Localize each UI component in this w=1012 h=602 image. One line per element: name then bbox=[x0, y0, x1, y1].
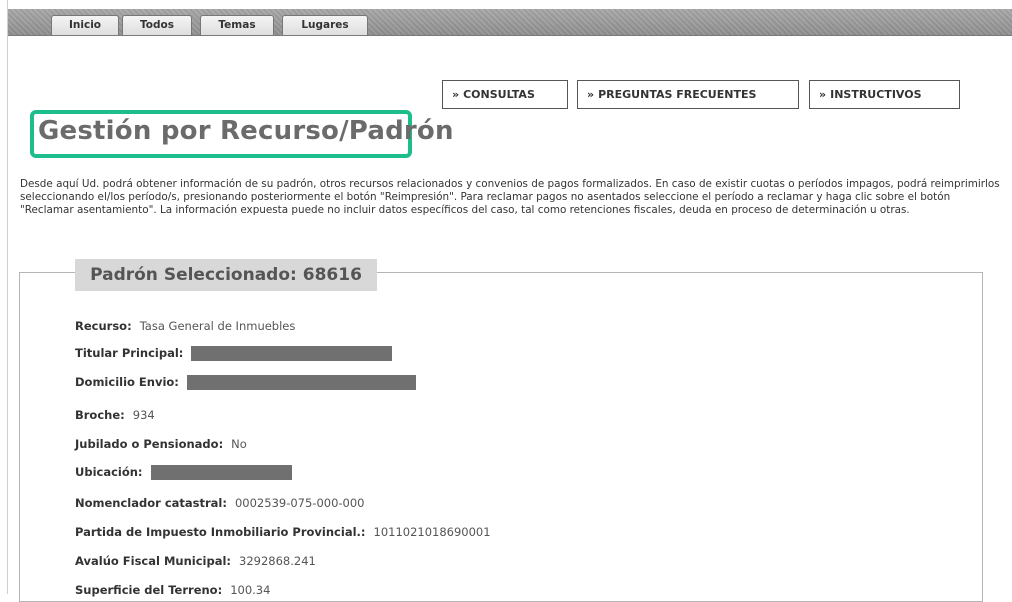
field-value: 934 bbox=[132, 408, 155, 422]
top-nav-bar: Inicio Todos Temas Lugares bbox=[8, 9, 1012, 36]
consultas-button[interactable]: » CONSULTAS bbox=[442, 80, 568, 109]
field-label: Recurso: bbox=[75, 319, 132, 333]
field-avaluo-fiscal: Avalúo Fiscal Municipal: 3292868.241 bbox=[75, 554, 316, 568]
instructivos-label: INSTRUCTIVOS bbox=[830, 88, 922, 101]
page-left-border bbox=[7, 0, 8, 594]
field-value: Tasa General de Inmuebles bbox=[139, 319, 296, 333]
field-nomenclador-catastral: Nomenclador catastral: 0002539-075-000-00… bbox=[75, 496, 365, 510]
consultas-label: CONSULTAS bbox=[463, 88, 535, 101]
field-ubicacion: Ubicación: bbox=[75, 465, 292, 480]
field-label: Nomenclador catastral: bbox=[75, 496, 227, 510]
field-label: Titular Principal: bbox=[75, 346, 184, 360]
double-chevron-right-icon: » bbox=[819, 88, 827, 101]
tab-inicio[interactable]: Inicio bbox=[51, 15, 119, 35]
redacted-value bbox=[150, 465, 292, 480]
redacted-value bbox=[191, 346, 393, 361]
field-jubilado: Jubilado o Pensionado: No bbox=[75, 437, 247, 451]
instructivos-button[interactable]: » INSTRUCTIVOS bbox=[809, 80, 960, 109]
tab-lugares[interactable]: Lugares bbox=[282, 15, 368, 35]
preguntas-frecuentes-button[interactable]: » PREGUNTAS FRECUENTES bbox=[577, 80, 799, 109]
field-recurso: Recurso: Tasa General de Inmuebles bbox=[75, 319, 295, 333]
field-value: 100.34 bbox=[230, 583, 271, 597]
field-value: 1011021018690001 bbox=[373, 525, 491, 539]
field-label: Jubilado o Pensionado: bbox=[75, 437, 224, 451]
field-superficie-terreno: Superficie del Terreno: 100.34 bbox=[75, 583, 270, 597]
field-value: 3292868.241 bbox=[239, 554, 316, 568]
tab-temas[interactable]: Temas bbox=[200, 15, 274, 35]
tab-todos[interactable]: Todos bbox=[122, 15, 192, 35]
field-label: Domicilio Envio: bbox=[75, 375, 179, 389]
field-value: 0002539-075-000-000 bbox=[234, 496, 365, 510]
field-label: Partida de Impuesto Inmobiliario Provinc… bbox=[75, 525, 366, 539]
field-broche: Broche: 934 bbox=[75, 408, 155, 422]
field-domicilio-envio: Domicilio Envio: bbox=[75, 375, 416, 390]
page-title: Gestión por Recurso/Padrón bbox=[38, 116, 454, 146]
redacted-value bbox=[186, 375, 416, 390]
preguntas-frecuentes-label: PREGUNTAS FRECUENTES bbox=[598, 88, 757, 101]
field-label: Ubicación: bbox=[75, 465, 143, 479]
padron-heading: Padrón Seleccionado: 68616 bbox=[90, 265, 362, 285]
double-chevron-right-icon: » bbox=[587, 88, 595, 101]
page-description: Desde aquí Ud. podrá obtener información… bbox=[20, 178, 1000, 216]
double-chevron-right-icon: » bbox=[452, 88, 460, 101]
field-label: Superficie del Terreno: bbox=[75, 583, 223, 597]
field-label: Broche: bbox=[75, 408, 125, 422]
field-value: No bbox=[231, 437, 247, 451]
field-partida-inmobiliario: Partida de Impuesto Inmobiliario Provinc… bbox=[75, 525, 491, 539]
field-label: Avalúo Fiscal Municipal: bbox=[75, 554, 231, 568]
field-titular-principal: Titular Principal: bbox=[75, 346, 393, 361]
